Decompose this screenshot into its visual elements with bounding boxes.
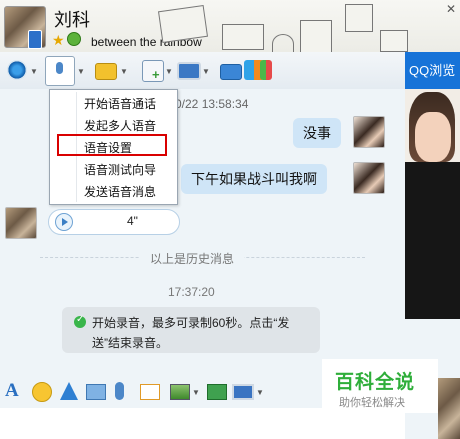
watermark-subtitle: 助你轻松解决 [339,397,405,409]
screenshot-icon[interactable] [86,384,106,400]
microphone-icon [56,62,63,74]
message-timestamp: 0/22 13:58:34 [175,97,249,111]
avatar[interactable] [353,162,385,194]
microphone-icon[interactable] [115,382,124,400]
emoji-icon[interactable] [32,382,52,402]
close-icon[interactable]: ✕ [446,2,456,16]
ad-title[interactable]: QQ浏览 [405,52,460,89]
ad-shirt-image [405,162,460,319]
sketch-lamp-decoration [272,34,294,52]
phone-icon [28,30,42,49]
apps-grid-icon[interactable] [260,60,272,80]
magic-icon[interactable] [60,382,78,400]
voice-message[interactable]: 4" [48,209,180,235]
image-icon[interactable] [170,384,190,400]
chevron-down-icon[interactable]: ▼ [77,67,85,76]
chat-bubble[interactable]: 下午如果战斗叫我啊 [181,164,327,194]
sketch-frame-decoration [345,4,373,32]
menu-item-group-voice[interactable]: 发起多人语音 [84,117,156,134]
highlight-box [57,134,167,156]
toolbar: ▼ ▼ ▼ + ▼ ▼ [0,52,405,89]
watermark-title: 百科全说 [335,372,416,393]
history-label: 以上是历史消息 [140,250,245,267]
message-timestamp: 17:37:20 [168,285,215,299]
contact-name[interactable]: 刘科 [54,6,90,32]
avatar[interactable] [438,378,460,439]
system-notice: 开始录音，最多可录制60秒。点击“发送”结束录音。 [62,307,320,353]
microphone-button[interactable] [45,56,75,86]
star-icon: ★ [52,32,65,48]
chat-bubble[interactable]: 没事 [293,118,341,148]
voice-duration: 4" [127,214,138,228]
sketch-figure-decoration [300,20,332,52]
ad-face-image [415,112,451,162]
folder-icon[interactable] [95,63,117,80]
check-icon [74,314,86,328]
avatar[interactable] [353,116,385,148]
status-icon [67,32,81,46]
add-app-icon[interactable]: + [142,60,164,82]
chevron-down-icon[interactable]: ▼ [30,67,38,76]
sketch-frame-decoration [157,4,209,44]
sketch-frame-decoration [380,30,408,52]
chevron-down-icon[interactable]: ▼ [202,67,210,76]
chevron-down-icon[interactable]: ▼ [256,388,264,397]
video-icon[interactable] [7,60,27,80]
remote-desktop-icon[interactable] [177,62,201,80]
sketch-frame-decoration [222,24,264,50]
music-icon[interactable] [207,384,227,400]
font-icon[interactable]: A [5,380,23,401]
chevron-down-icon[interactable]: ▼ [192,388,200,397]
ad-panel[interactable]: QQ浏览 [405,52,460,319]
menu-item-send-voice-message[interactable]: 发送语音消息 [84,183,156,200]
chat-header: 刘科 ★ between the rainbow ✕ [0,0,460,52]
message-icon[interactable] [140,384,160,400]
notice-text: 开始录音，最多可录制60秒。点击“发送”结束录音。 [92,316,290,350]
avatar[interactable] [5,207,37,239]
input-toolbar: A ▼ ▼ [0,378,320,408]
menu-item-voice-test-wizard[interactable]: 语音测试向导 [84,161,156,178]
screen-icon[interactable] [232,384,254,400]
menu-item-start-voice-call[interactable]: 开始语音通话 [84,95,156,112]
chevron-down-icon[interactable]: ▼ [165,67,173,76]
play-icon[interactable] [55,213,73,231]
chevron-down-icon[interactable]: ▼ [120,67,128,76]
share-screen-icon[interactable] [220,64,242,80]
